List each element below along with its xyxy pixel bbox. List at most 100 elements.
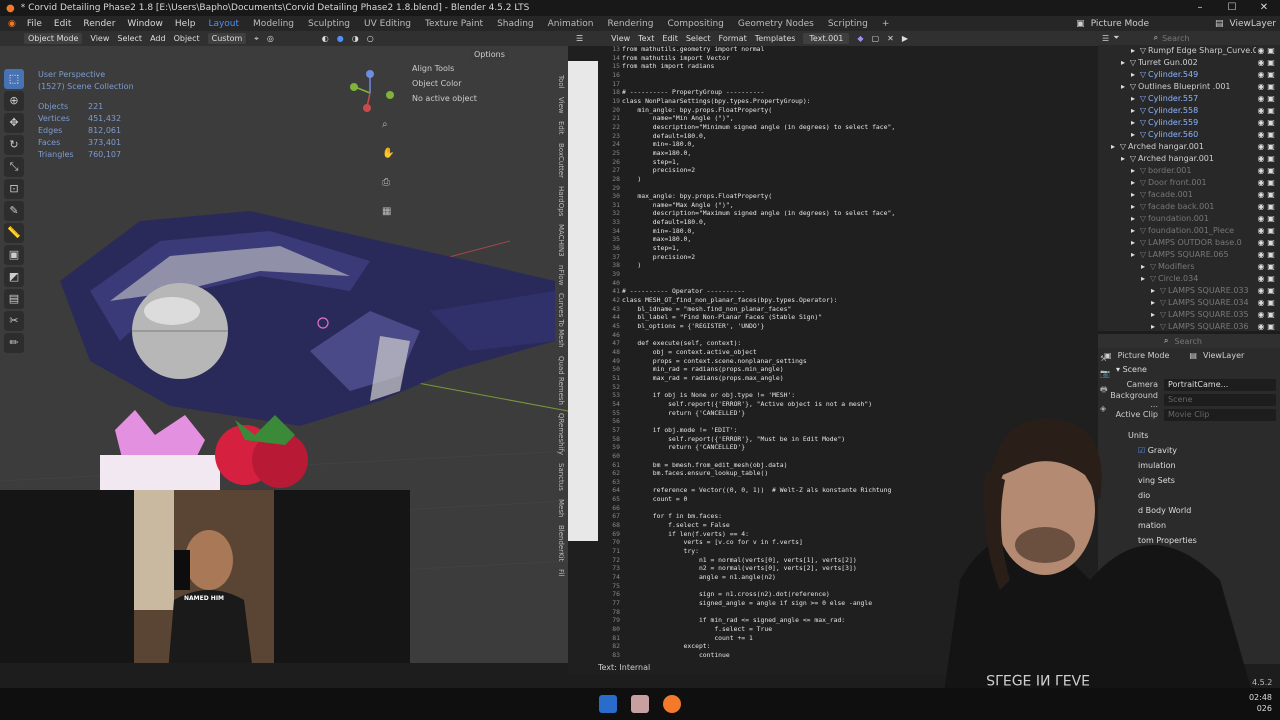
visibility-eye-icon[interactable]: ◉ <box>1256 165 1266 177</box>
render-camera-icon[interactable]: ▣ <box>1266 117 1276 129</box>
visibility-eye-icon[interactable]: ◉ <box>1256 321 1266 331</box>
code-line[interactable]: min=-180.0, <box>622 140 1092 149</box>
outliner-item[interactable]: ▸ ▽ facade back.001 ◉ ▣ <box>1098 201 1280 213</box>
maximize-button[interactable]: ☐ <box>1216 0 1248 16</box>
taskbar-app-icon[interactable] <box>631 695 649 713</box>
add-workspace-button[interactable]: + <box>876 19 896 29</box>
scale-tool-icon[interactable]: ⤡ <box>4 157 24 177</box>
visibility-eye-icon[interactable]: ◉ <box>1256 285 1266 297</box>
scene-selector[interactable]: Picture Mode <box>1091 19 1149 29</box>
blender-taskbar-icon[interactable] <box>663 695 681 713</box>
overlay-icon[interactable]: ◐ <box>322 34 329 43</box>
chevron-right-icon[interactable]: ▸ <box>1128 201 1138 213</box>
render-camera-icon[interactable]: ▣ <box>1266 189 1276 201</box>
code-line[interactable]: precision=2 <box>622 253 1092 262</box>
menu-view[interactable]: View <box>611 34 630 43</box>
proportional-icon[interactable]: ◎ <box>267 34 274 43</box>
code-line[interactable]: min_rad = radians(props.min_angle) <box>622 365 1092 374</box>
render-camera-icon[interactable]: ▣ <box>1266 297 1276 309</box>
chevron-right-icon[interactable]: ▸ <box>1148 297 1158 309</box>
viewlayer-selector[interactable]: ViewLayer <box>1203 351 1244 360</box>
visibility-eye-icon[interactable]: ◉ <box>1256 297 1266 309</box>
menu-add[interactable]: Add <box>150 34 166 43</box>
visibility-eye-icon[interactable]: ◉ <box>1256 57 1266 69</box>
code-line[interactable]: def execute(self, context): <box>622 339 1092 348</box>
render-camera-icon[interactable]: ▣ <box>1266 81 1276 93</box>
unlink-icon[interactable]: ✕ <box>887 34 894 43</box>
outliner-item[interactable]: ▸ ▽ LAMPS SQUARE.035 ◉ ▣ <box>1098 309 1280 321</box>
chevron-right-icon[interactable]: ▸ <box>1148 321 1158 331</box>
tab-mesh[interactable]: Mesh <box>553 495 565 521</box>
camera-view-icon[interactable]: ⎙ <box>382 177 394 188</box>
close-button[interactable]: ✕ <box>1248 0 1280 16</box>
code-line[interactable]: bl_idname = "mesh.find_non_planar_faces" <box>622 305 1092 314</box>
chevron-right-icon[interactable]: ▸ <box>1128 189 1138 201</box>
outliner-item[interactable]: ▸ ▽ LAMPS SQUARE.033 ◉ ▣ <box>1098 285 1280 297</box>
chevron-right-icon[interactable]: ▸ <box>1138 273 1148 285</box>
visibility-eye-icon[interactable]: ◉ <box>1256 177 1266 189</box>
tab-boxcutter[interactable]: BoxCutter <box>553 139 565 182</box>
3d-viewport[interactable]: Object Mode View Select Add Object Custo… <box>0 31 568 663</box>
outliner-item[interactable]: ▸ ▽ Outlines Blueprint .001 ◉ ▣ <box>1098 81 1280 93</box>
render-props-icon[interactable]: 📷 <box>1100 369 1110 378</box>
menu-view[interactable]: View <box>90 34 109 43</box>
shading-render-icon[interactable]: ○ <box>367 34 374 43</box>
scene-panel-header[interactable]: ▾ Scene <box>1098 362 1280 377</box>
code-line[interactable]: name="Max Angle (°)", <box>622 201 1092 210</box>
menu-help[interactable]: Help <box>170 19 201 29</box>
select-box-tool-icon[interactable]: ⬚ <box>4 69 24 89</box>
object-color-panel[interactable]: Object Color <box>408 76 548 91</box>
visibility-eye-icon[interactable]: ◉ <box>1256 129 1266 141</box>
tab-uv-editing[interactable]: UV Editing <box>358 19 417 29</box>
outliner-item[interactable]: ▸ ▽ LAMPS SQUARE.036 ◉ ▣ <box>1098 321 1280 331</box>
cursor-tool-icon[interactable]: ⊕ <box>4 91 24 111</box>
blender-menu-icon[interactable]: ◉ <box>4 19 20 29</box>
outliner-item[interactable]: ▸ ▽ Circle.034 ◉ ▣ <box>1098 273 1280 285</box>
visibility-eye-icon[interactable]: ◉ <box>1256 249 1266 261</box>
outliner-item[interactable]: ▸ ▽ LAMPS SQUARE.034 ◉ ▣ <box>1098 297 1280 309</box>
pan-hand-icon[interactable]: ✋ <box>382 148 394 159</box>
options-dropdown[interactable]: Options <box>470 49 509 60</box>
tab-scripting[interactable]: Scripting <box>822 19 874 29</box>
tab-sculpting[interactable]: Sculpting <box>302 19 356 29</box>
render-camera-icon[interactable]: ▣ <box>1266 225 1276 237</box>
shading-solid-icon[interactable]: ● <box>337 34 344 43</box>
render-camera-icon[interactable]: ▣ <box>1266 69 1276 81</box>
code-line[interactable]: default=180.0, <box>622 218 1092 227</box>
code-line[interactable]: max=180.0, <box>622 235 1092 244</box>
scene-selector[interactable]: Picture Mode <box>1118 351 1170 360</box>
properties-search-input[interactable]: Search <box>1174 337 1201 346</box>
transform-tool-icon[interactable]: ⊡ <box>4 179 24 199</box>
move-tool-icon[interactable]: ✥ <box>4 113 24 133</box>
code-line[interactable] <box>622 184 1092 193</box>
render-camera-icon[interactable]: ▣ <box>1266 105 1276 117</box>
boxcutter-tool-icon[interactable]: ◩ <box>4 267 24 287</box>
visibility-eye-icon[interactable]: ◉ <box>1256 45 1266 57</box>
code-line[interactable]: min_angle: bpy.props.FloatProperty( <box>622 106 1092 115</box>
visibility-eye-icon[interactable]: ◉ <box>1256 93 1266 105</box>
outliner-item[interactable]: ▸ ▽ Cylinder.559 ◉ ▣ <box>1098 117 1280 129</box>
tab-geometry-nodes[interactable]: Geometry Nodes <box>732 19 820 29</box>
code-line[interactable]: # ---------- Operator ---------- <box>622 287 1092 296</box>
menu-edit[interactable]: Edit <box>49 19 76 29</box>
chevron-right-icon[interactable]: ▸ <box>1128 105 1138 117</box>
render-camera-icon[interactable]: ▣ <box>1266 309 1276 321</box>
outliner-item[interactable]: ▸ ▽ Cylinder.560 ◉ ▣ <box>1098 129 1280 141</box>
chevron-right-icon[interactable]: ▸ <box>1128 165 1138 177</box>
code-line[interactable]: step=1, <box>622 158 1092 167</box>
tab-tool[interactable]: Tool <box>553 71 565 93</box>
chevron-right-icon[interactable]: ▸ <box>1118 153 1128 165</box>
hardops-tool-icon[interactable]: ▤ <box>4 289 24 309</box>
draw-tool-icon[interactable]: ✏ <box>4 333 24 353</box>
tool-props-icon[interactable]: ⚒ <box>1100 354 1110 363</box>
outliner-item[interactable]: ▸ ▽ Door front.001 ◉ ▣ <box>1098 177 1280 189</box>
code-line[interactable]: bl_options = {'REGISTER', 'UNDO'} <box>622 322 1092 331</box>
code-line[interactable]: from math import radians <box>622 62 1092 71</box>
editor-type-icon[interactable]: ☰ <box>1102 34 1109 43</box>
code-line[interactable]: description="Minimum signed angle (in de… <box>622 123 1092 132</box>
tab-view[interactable]: View <box>553 93 565 118</box>
code-line[interactable]: description="Maximum signed angle (in de… <box>622 209 1092 218</box>
tab-sanctus[interactable]: Sanctus <box>553 459 565 495</box>
code-line[interactable]: step=1, <box>622 244 1092 253</box>
chevron-right-icon[interactable]: ▸ <box>1128 249 1138 261</box>
